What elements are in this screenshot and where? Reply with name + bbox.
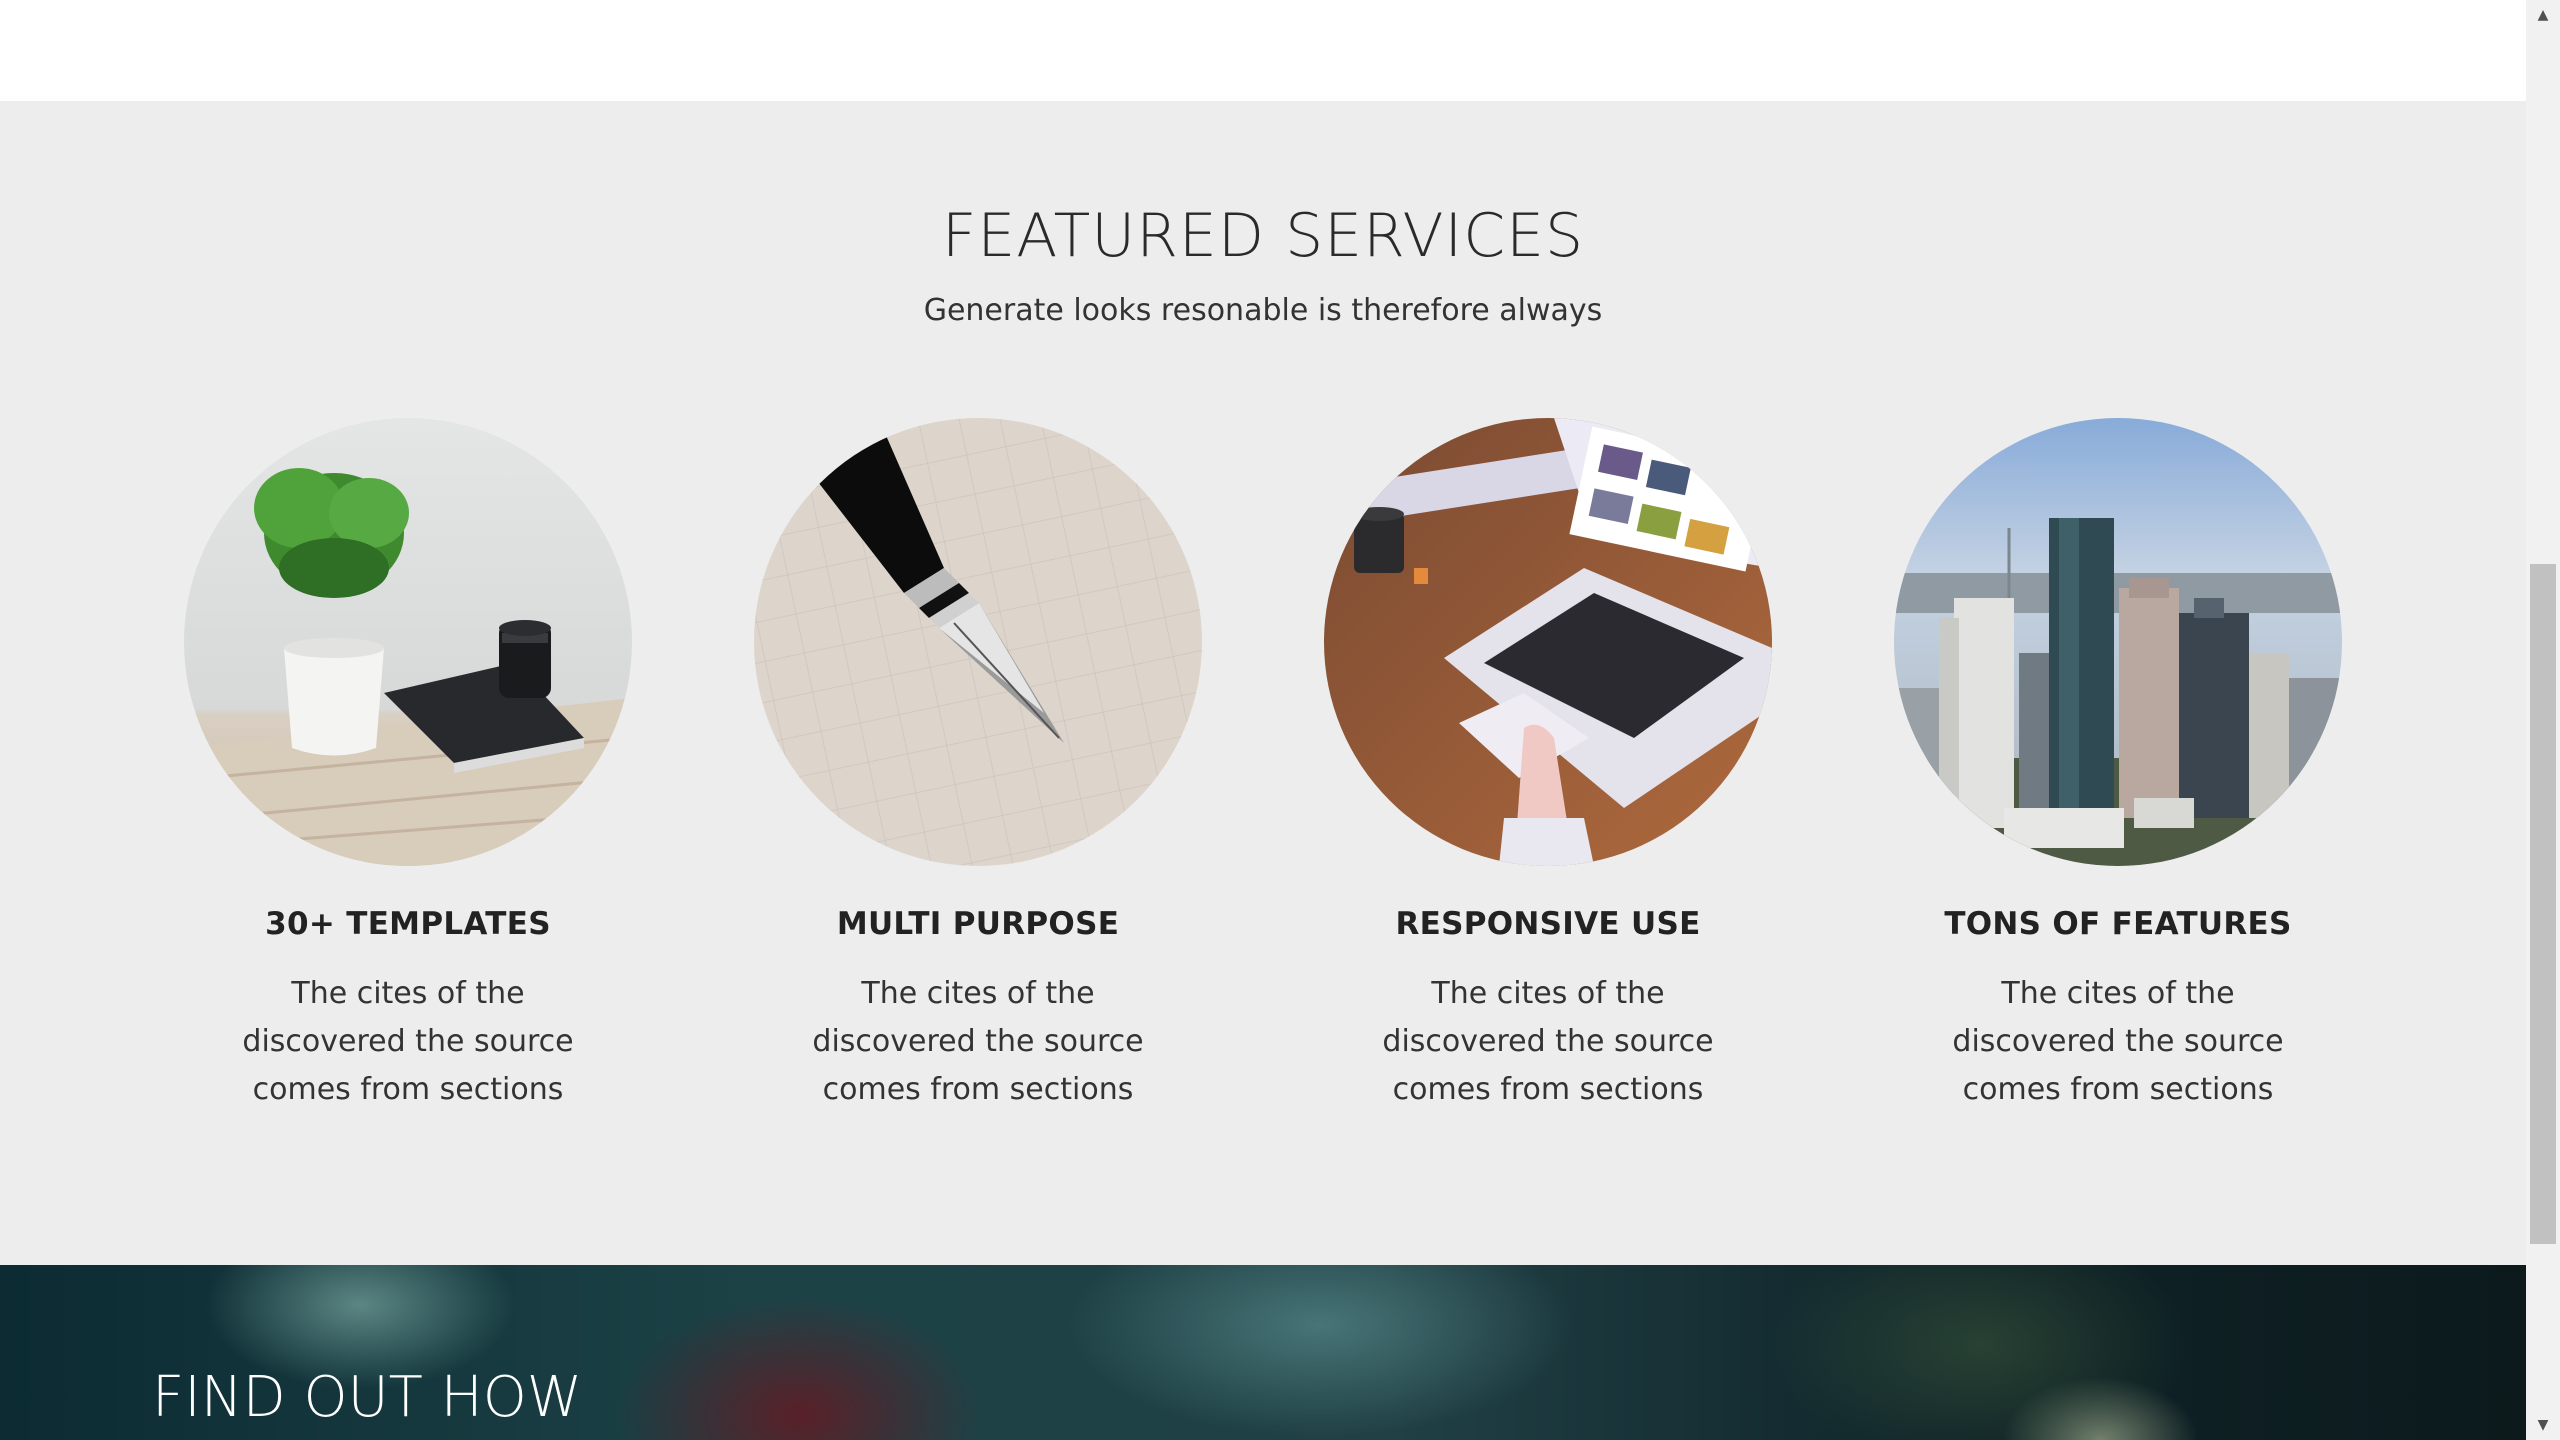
chevron-down-icon[interactable]: ▼ <box>2526 1410 2560 1440</box>
card-title: TONS OF FEATURES <box>1944 906 2292 942</box>
service-card-tons-of-features: TONS OF FEATURES The cites of the discov… <box>1868 418 2368 1114</box>
card-title: MULTI PURPOSE <box>836 906 1120 942</box>
page: FEATURED SERVICES Generate looks resonab… <box>0 0 2560 1440</box>
section-subtitle: Generate looks resonable is therefore al… <box>923 293 1603 328</box>
card-title: RESPONSIVE USE <box>1395 906 1701 942</box>
chevron-up-icon[interactable]: ▲ <box>2526 0 2560 30</box>
fountain-pen-image <box>754 418 1202 866</box>
scrollbar-thumb[interactable] <box>2530 564 2556 1244</box>
service-card-templates: 30+ TEMPLATES The cites of the discovere… <box>158 418 658 1114</box>
find-out-how-section: FIND OUT HOW <box>0 1265 2526 1440</box>
card-title: 30+ TEMPLATES <box>265 906 551 942</box>
card-description: The cites of the discovered the source c… <box>1382 976 1714 1107</box>
card-description: The cites of the discovered the source c… <box>1952 976 2284 1107</box>
service-card-responsive-use: RESPONSIVE USE The cites of the discover… <box>1298 418 1798 1114</box>
top-blank-band <box>0 0 2526 101</box>
city-skyline-image <box>1894 418 2342 866</box>
card-description: The cites of the discovered the source c… <box>242 976 574 1107</box>
plant-and-camera-image <box>184 418 632 866</box>
hero-title: FIND OUT HOW <box>152 1365 583 1430</box>
vertical-scrollbar[interactable]: ▲ ▼ <box>2526 0 2560 1440</box>
section-title: FEATURED SERVICES <box>941 201 1585 271</box>
card-description: The cites of the discovered the source c… <box>812 976 1144 1107</box>
featured-services-section: FEATURED SERVICES Generate looks resonab… <box>0 101 2526 1265</box>
laptop-image <box>1324 418 1772 866</box>
service-card-multi-purpose: MULTI PURPOSE The cites of the discovere… <box>728 418 1228 1114</box>
